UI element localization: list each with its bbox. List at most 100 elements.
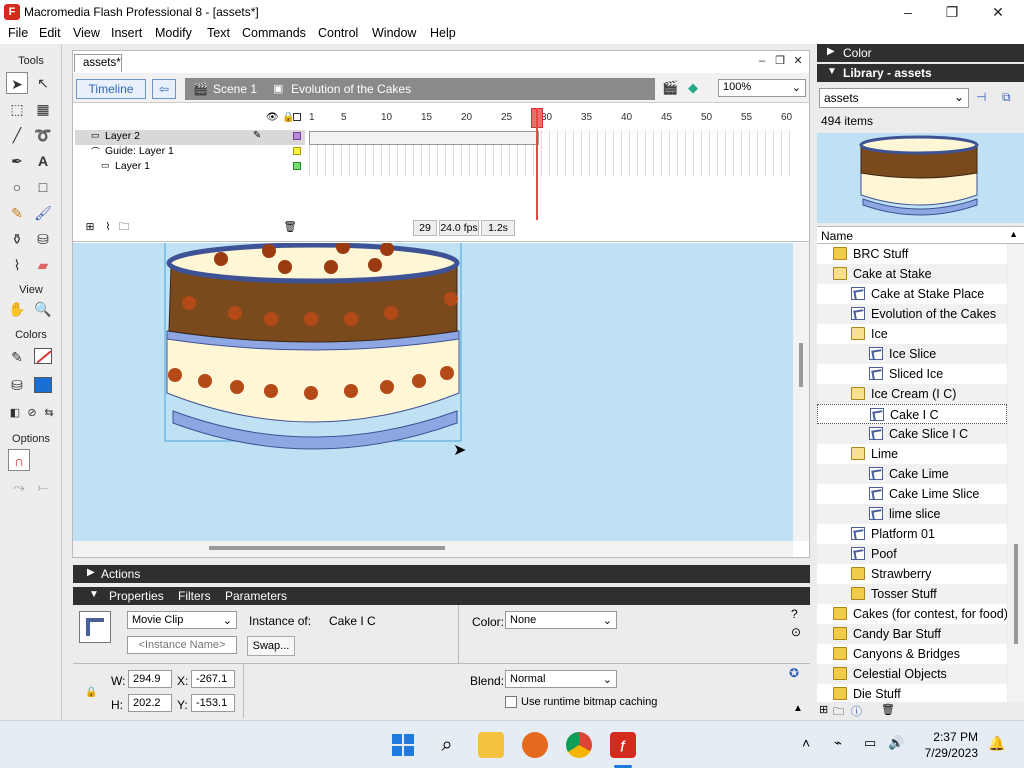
straighten-icon[interactable]: ⤚ bbox=[32, 476, 54, 498]
lasso-tool-icon[interactable]: ➰ bbox=[32, 124, 54, 146]
new-symbol-icon[interactable]: ⊞ bbox=[819, 703, 828, 716]
volume-icon[interactable]: 🔊 bbox=[888, 735, 904, 751]
delete-icon[interactable]: 🗑 bbox=[881, 703, 895, 716]
layer-color-swatch[interactable] bbox=[293, 162, 301, 170]
layer-color-swatch[interactable] bbox=[293, 132, 301, 140]
library-item[interactable]: Lime bbox=[817, 444, 1007, 464]
library-item[interactable]: Celestial Objects bbox=[817, 664, 1007, 684]
library-item[interactable]: Die Stuff bbox=[817, 684, 1007, 702]
minimize-icon[interactable]: – bbox=[898, 3, 918, 21]
sort-icon[interactable]: ▲ bbox=[1009, 229, 1018, 239]
pin-library-icon[interactable]: ⊣ bbox=[976, 90, 986, 104]
doc-close-icon[interactable]: ✕ bbox=[788, 52, 808, 70]
edit-icon[interactable]: ⊙ bbox=[791, 625, 801, 639]
width-field[interactable]: 294.9 bbox=[128, 670, 172, 688]
cake-movie-clip[interactable] bbox=[73, 243, 793, 541]
library-item[interactable]: Ice Cream (I C) bbox=[817, 384, 1007, 404]
tab-filters[interactable]: Filters bbox=[178, 589, 211, 603]
collapse-arrow-icon[interactable]: ▼ bbox=[89, 589, 99, 600]
instance-name-input[interactable] bbox=[127, 636, 237, 654]
library-item[interactable]: Sliced Ice bbox=[817, 364, 1007, 384]
library-item[interactable]: Ice bbox=[817, 324, 1007, 344]
height-field[interactable]: 202.2 bbox=[128, 694, 172, 712]
library-item[interactable]: Cake Slice I C bbox=[817, 424, 1007, 444]
smooth-icon[interactable]: ⤳ bbox=[8, 476, 30, 498]
library-item[interactable]: Cake at Stake bbox=[817, 264, 1007, 284]
library-item[interactable]: Cake at Stake Place bbox=[817, 284, 1007, 304]
chrome-icon[interactable] bbox=[566, 732, 592, 758]
pencil-tool-icon[interactable]: ✎ bbox=[6, 202, 28, 224]
insert-layer-icon[interactable]: ⊞ bbox=[83, 220, 97, 236]
x-field[interactable]: -267.1 bbox=[191, 670, 235, 688]
library-item[interactable]: Candy Bar Stuff bbox=[817, 624, 1007, 644]
library-select[interactable]: assets ⌄ bbox=[819, 88, 969, 108]
library-item[interactable]: Strawberry bbox=[817, 564, 1007, 584]
bitmap-caching-checkbox[interactable] bbox=[505, 696, 517, 708]
library-item[interactable]: Poof bbox=[817, 544, 1007, 564]
menu-text[interactable]: Text bbox=[207, 26, 230, 40]
actions-panel-header[interactable]: ▶ Actions bbox=[73, 565, 810, 583]
search-icon[interactable]: ⌕ bbox=[434, 732, 460, 758]
library-item[interactable]: Platform 01 bbox=[817, 524, 1007, 544]
eye-icon[interactable]: 👁 bbox=[266, 112, 279, 123]
swap-button[interactable]: Swap... bbox=[247, 636, 295, 656]
file-explorer-icon[interactable] bbox=[478, 732, 504, 758]
library-item[interactable]: Evolution of the Cakes bbox=[817, 304, 1007, 324]
library-item[interactable]: lime slice bbox=[817, 504, 1007, 524]
library-item[interactable]: Cake Lime Slice bbox=[817, 484, 1007, 504]
library-item[interactable]: Cakes (for contest, for food) bbox=[817, 604, 1007, 624]
menu-edit[interactable]: Edit bbox=[39, 26, 61, 40]
library-item[interactable]: BRC Stuff bbox=[817, 244, 1007, 264]
chevron-up-icon[interactable]: ˄ bbox=[802, 735, 810, 751]
back-arrow-icon[interactable]: ⇦ bbox=[152, 79, 176, 99]
library-item[interactable]: Ice Slice bbox=[817, 344, 1007, 364]
vertical-scrollbar[interactable] bbox=[793, 243, 809, 541]
swap-colors-icon[interactable]: ⇆ bbox=[38, 402, 60, 424]
constrain-lock-icon[interactable]: 🔒 bbox=[85, 687, 97, 698]
layer-color-swatch[interactable] bbox=[293, 147, 301, 155]
rectangle-tool-icon[interactable]: □ bbox=[32, 176, 54, 198]
zoom-tool-icon[interactable]: 🔍 bbox=[32, 298, 54, 320]
edit-symbols-icon[interactable]: ◆ bbox=[688, 80, 706, 98]
network-icon[interactable]: ⌁ bbox=[834, 735, 842, 751]
layer-row[interactable]: ⌒ Guide: Layer 1 bbox=[75, 145, 305, 160]
display-icon[interactable]: ▭ bbox=[864, 735, 876, 751]
library-column-header[interactable]: Name ▲ bbox=[817, 226, 1024, 244]
library-item[interactable]: Cake Lime bbox=[817, 464, 1007, 484]
system-clock[interactable]: 2:37 PM 7/29/2023 bbox=[925, 729, 978, 761]
y-field[interactable]: -153.1 bbox=[191, 694, 235, 712]
close-icon[interactable]: ✕ bbox=[988, 3, 1008, 21]
edit-scene-icon[interactable]: 🎬 bbox=[662, 80, 680, 98]
menu-modify[interactable]: Modify bbox=[155, 26, 192, 40]
flash-taskbar-icon[interactable]: ƒ bbox=[610, 732, 636, 758]
layer-row[interactable]: ▭ Layer 1 bbox=[75, 160, 305, 175]
snap-magnet-icon[interactable]: ∩ bbox=[8, 449, 30, 471]
menu-help[interactable]: Help bbox=[430, 26, 456, 40]
library-panel-header[interactable]: ▼ Library - assets bbox=[817, 64, 1024, 82]
notification-icon[interactable]: 🔔 bbox=[988, 735, 1005, 752]
horizontal-scrollbar[interactable] bbox=[73, 541, 793, 557]
scroll-thumb[interactable] bbox=[1014, 544, 1018, 644]
outline-icon[interactable] bbox=[293, 113, 301, 121]
tab-properties[interactable]: Properties bbox=[109, 589, 164, 603]
insert-folder-icon[interactable]: 🗀 bbox=[117, 220, 131, 236]
menu-window[interactable]: Window bbox=[372, 26, 416, 40]
menu-insert[interactable]: Insert bbox=[111, 26, 142, 40]
brush-tool-icon[interactable]: 🖌 bbox=[32, 202, 54, 224]
doc-minimize-icon[interactable]: – bbox=[752, 52, 772, 70]
subselection-tool-icon[interactable]: ↖ bbox=[32, 72, 54, 94]
menu-file[interactable]: File bbox=[8, 26, 28, 40]
selection-tool-icon[interactable]: ➤ bbox=[6, 72, 28, 94]
blend-select[interactable]: Normal ⌄ bbox=[505, 670, 617, 688]
breadcrumb-scene[interactable]: Scene 1 bbox=[213, 82, 257, 96]
layer-row[interactable]: ▭ Layer 2 ✎ bbox=[75, 130, 305, 145]
oval-tool-icon[interactable]: ○ bbox=[6, 176, 28, 198]
scroll-thumb[interactable] bbox=[209, 546, 445, 550]
line-tool-icon[interactable]: ╱ bbox=[6, 124, 28, 146]
trash-icon[interactable]: 🗑 bbox=[283, 220, 297, 236]
timeline-toggle-button[interactable]: Timeline bbox=[76, 79, 146, 99]
fill-transform-icon[interactable]: ▦ bbox=[32, 98, 54, 120]
new-library-panel-icon[interactable]: ⧉ bbox=[1002, 90, 1011, 105]
doc-restore-icon[interactable]: ❐ bbox=[770, 52, 790, 70]
ink-bottle-icon[interactable]: ⚱ bbox=[6, 228, 28, 250]
